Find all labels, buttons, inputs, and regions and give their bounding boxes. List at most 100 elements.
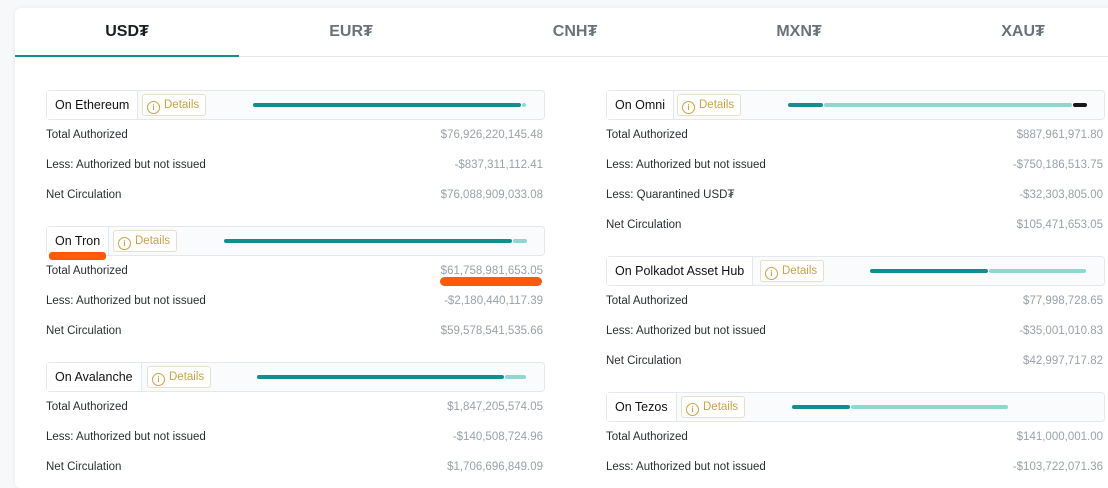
supply-bar-segment [505,375,526,379]
stat-row: Less: Authorized but not issued -$750,186… [606,155,1103,175]
details-button[interactable]: i Details [681,396,746,418]
supply-bar-segment [521,103,526,107]
supply-bar-segment [224,239,512,243]
stat-value: $76,926,220,145.48 [440,129,543,141]
stat-row: Total Authorized $76,926,220,145.48 [46,125,543,145]
tab-usdt[interactable]: USD₮ [15,8,239,57]
stat-row: Less: Authorized but not issued -$35,001,… [606,321,1103,341]
stat-row: Total Authorized $141,000,001.00 [606,427,1103,447]
stablecoin-card: USD₮ EUR₮ CNH₮ MXN₮ XAU₮ On Ethereum i Det… [15,8,1108,488]
chain-header: On Polkadot Asset Hub i Details [606,256,1105,286]
stat-label: Less: Authorized but not issued [46,159,206,171]
stat-label: Net Circulation [46,461,122,473]
stat-row: Net Circulation $42,997,717.82 [606,351,1103,371]
stat-row: Less: Authorized but not issued -$103,722… [606,457,1103,477]
tab-xaut[interactable]: XAU₮ [911,8,1108,56]
stat-label: Total Authorized [46,401,128,413]
stat-value: $77,998,728.65 [1023,295,1103,307]
stat-label: Less: Authorized but not issued [606,461,766,473]
stat-label: Net Circulation [606,219,682,231]
details-button[interactable]: i Details [113,230,178,252]
stat-row: Net Circulation $76,088,909,033.08 [46,185,543,205]
stat-row: Total Authorized $1,847,205,574.05 [46,397,543,417]
details-button[interactable]: i Details [677,94,742,116]
supply-bar [792,405,1009,409]
supply-bar-segment [792,405,850,409]
stat-value: -$2,180,440,117.39 [444,295,543,307]
stat-value: $59,578,541,535.66 [440,325,543,337]
stat-row: Less: Authorized but not issued -$837,311… [46,155,543,175]
stat-row: Net Circulation $1,706,696,849.09 [46,457,543,477]
redaction-mark [49,252,106,260]
stat-label: Total Authorized [46,129,128,141]
details-label: Details [699,99,735,111]
stat-row: Net Circulation $105,471,653.05 [606,215,1103,235]
info-icon: i [152,373,165,386]
stat-row: Total Authorized $887,961,971.80 [606,125,1103,145]
stat-label: Less: Authorized but not issued [46,295,206,307]
stat-label: Total Authorized [46,265,128,277]
stat-row: Net Circulation $59,578,541,535.66 [46,321,543,341]
details-button[interactable]: i Details [147,366,212,388]
supply-bar [870,269,1087,273]
chain-name: On Tron [47,227,110,255]
stat-label: Total Authorized [606,431,688,443]
chain-header: On Ethereum i Details [46,90,545,120]
stat-value: -$837,311,112.41 [454,159,543,171]
currency-tabs: USD₮ EUR₮ CNH₮ MXN₮ XAU₮ [15,8,1108,57]
tab-cnht[interactable]: CNH₮ [463,8,687,56]
stat-label: Less: Authorized but not issued [606,325,766,337]
chain-name: On Omni [607,91,675,119]
supply-bar [257,375,527,379]
chain-name: On Avalanche [47,363,142,391]
stat-value: $42,997,717.82 [1023,355,1103,367]
supply-bar [788,103,1088,107]
details-button[interactable]: i Details [760,260,825,282]
stat-value: -$103,722,071.36 [1012,461,1103,473]
supply-bar [253,103,527,107]
info-icon: i [682,101,695,114]
stat-value: -$140,508,724.96 [452,431,543,443]
tab-eurt[interactable]: EUR₮ [239,8,463,56]
supply-bar-segment [257,375,505,379]
stat-row: Less: Authorized but not issued -$2,180,4… [46,291,543,311]
chain-header: On Tezos i Details [606,392,1105,422]
details-label: Details [169,371,205,383]
stat-row: Total Authorized $77,998,728.65 [606,291,1103,311]
supply-bar-segment [989,269,1086,273]
details-label: Details [164,99,200,111]
chain-header: On Avalanche i Details [46,362,545,392]
chain-header: On Tron i Details [46,226,545,256]
stat-label: Total Authorized [606,295,688,307]
stat-value: -$750,186,513.75 [1012,159,1103,171]
supply-bar-segment [253,103,521,107]
stat-value: $1,706,696,849.09 [447,461,543,473]
supply-bar-segment [788,103,823,107]
info-icon: i [147,101,160,114]
details-label: Details [782,265,818,277]
chain-header: On Omni i Details [606,90,1105,120]
tab-mxnt[interactable]: MXN₮ [687,8,911,56]
stat-label: Net Circulation [46,325,122,337]
stat-row: Less: Authorized but not issued -$140,508… [46,427,543,447]
details-label: Details [135,235,171,247]
stat-value: $76,088,909,033.08 [440,189,543,201]
stat-label: Less: Quarantined USD₮ [606,189,735,201]
stat-value: $1,847,205,574.05 [447,401,543,413]
info-icon: i [118,237,131,250]
stat-label: Less: Authorized but not issued [606,159,766,171]
stat-value: -$35,001,010.83 [1019,325,1103,337]
info-icon: i [765,267,778,280]
details-label: Details [703,401,739,413]
stat-label: Net Circulation [606,355,682,367]
chain-name: On Tezos [607,393,677,421]
details-button[interactable]: i Details [142,94,207,116]
stat-value: $887,961,971.80 [1016,129,1103,141]
chain-name: On Polkadot Asset Hub [607,257,754,285]
supply-bar-segment [1073,103,1087,107]
redaction-mark [440,277,542,286]
stat-label: Net Circulation [46,189,122,201]
supply-bar-segment [824,103,1072,107]
info-icon: i [686,403,699,416]
supply-bar-segment [850,405,1008,409]
